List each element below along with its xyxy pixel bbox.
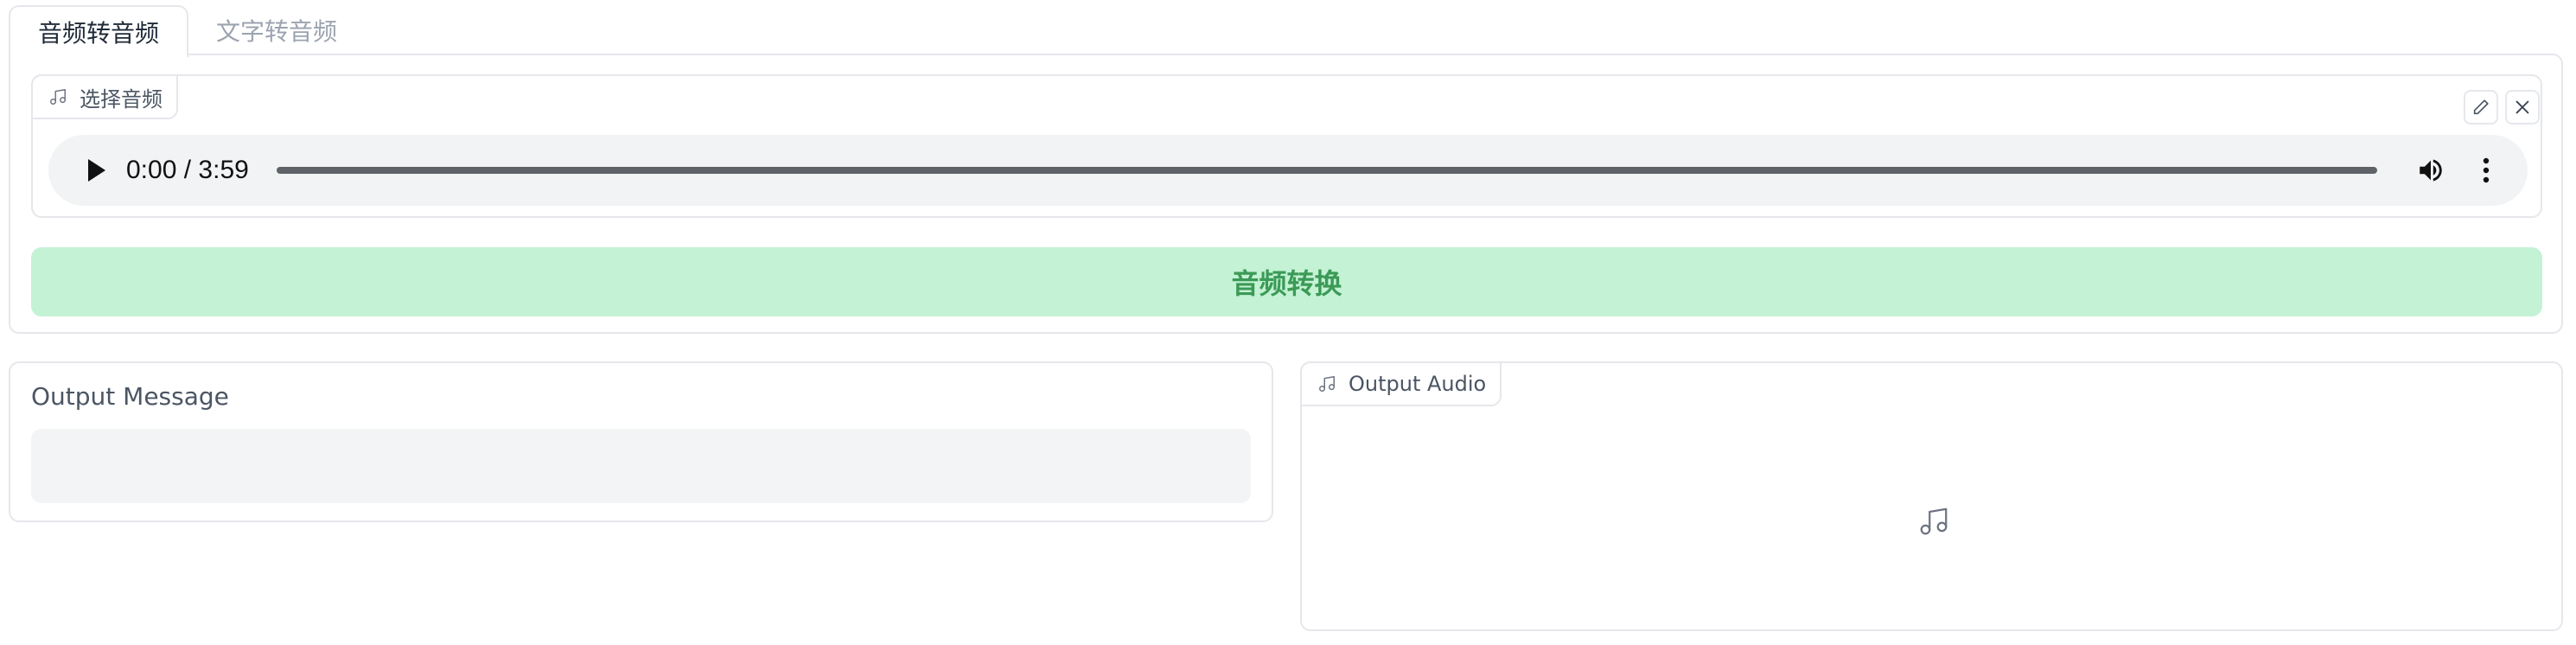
input-audio-label: 选择音频 (31, 74, 178, 119)
close-icon (2515, 100, 2529, 114)
tab-text-to-audio[interactable]: 文字转音频 (188, 5, 365, 55)
convert-button[interactable]: 音频转换 (31, 247, 2542, 316)
volume-icon (2420, 159, 2442, 182)
audio-player: 0:00 / 3:59 (48, 135, 2528, 206)
time-separator: / (183, 156, 192, 184)
progress-slider[interactable] (276, 167, 2377, 174)
music-note-icon (1920, 508, 1948, 535)
input-audio-block: 选择音频 0:00 / 3:59 (31, 74, 2542, 218)
output-message-block: Output Message (9, 361, 1273, 522)
more-options-button[interactable] (2467, 151, 2505, 189)
output-message-label: Output Message (31, 382, 229, 411)
more-vertical-icon (2483, 157, 2490, 183)
time-display: 0:00 / 3:59 (126, 156, 249, 185)
output-audio-label-text: Output Audio (1349, 372, 1487, 396)
play-icon (88, 159, 105, 182)
play-button[interactable] (80, 153, 114, 188)
output-message-field[interactable] (31, 429, 1251, 503)
music-note-icon (50, 89, 66, 105)
tab-panel: 选择音频 0:00 / 3:59 音频转换 (9, 54, 2563, 334)
pencil-icon (2473, 99, 2489, 115)
music-note-icon (1319, 376, 1335, 392)
duration: 3:59 (198, 156, 249, 184)
output-audio-block: Output Audio (1300, 361, 2563, 631)
tab-bar: 音频转音频 文字转音频 (9, 5, 365, 57)
clear-audio-button[interactable] (2505, 90, 2540, 125)
output-audio-label: Output Audio (1300, 361, 1502, 406)
tab-audio-to-audio[interactable]: 音频转音频 (9, 5, 189, 57)
current-time: 0:00 (126, 156, 177, 184)
input-audio-label-text: 选择音频 (80, 86, 163, 112)
edit-button[interactable] (2464, 90, 2498, 125)
volume-button[interactable] (2412, 151, 2450, 189)
